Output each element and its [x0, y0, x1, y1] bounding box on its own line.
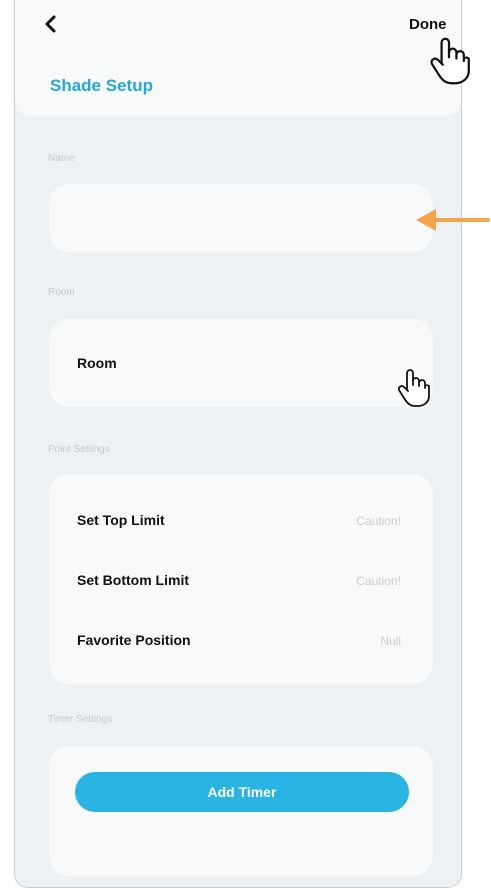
name-field[interactable] [49, 184, 433, 252]
phone-screen: Done Shade Setup Name Room Room Point Se… [14, 0, 462, 888]
back-icon[interactable] [41, 12, 61, 36]
timer-settings-card: Add Timer [49, 746, 433, 876]
add-timer-button[interactable]: Add Timer [75, 772, 409, 812]
room-section-label: Room [48, 287, 75, 298]
set-bottom-limit-row[interactable]: Set Bottom Limit Caution! [49, 562, 433, 598]
set-top-limit-row[interactable]: Set Top Limit Caution! [49, 502, 433, 538]
row-label: Set Bottom Limit [77, 572, 189, 588]
point-settings-label: Point Settings [48, 444, 110, 455]
hand-pointer-icon [397, 369, 430, 407]
row-label: Favorite Position [77, 632, 191, 648]
point-settings-card: Set Top Limit Caution! Set Bottom Limit … [49, 474, 433, 684]
name-card [49, 184, 433, 252]
timer-settings-label: Timer Settings [48, 714, 113, 725]
row-value: Null [380, 634, 401, 648]
room-selector[interactable]: Room [49, 319, 433, 407]
page-title: Shade Setup [50, 76, 153, 95]
row-value: Caution! [356, 514, 401, 528]
arrow-left-icon [416, 209, 490, 231]
hand-pointer-icon [430, 37, 470, 85]
header-bar: Done Shade Setup [15, 0, 461, 116]
row-label: Set Top Limit [77, 512, 165, 528]
room-row-label: Room [77, 355, 117, 371]
done-button[interactable]: Done [409, 16, 447, 33]
name-section-label: Name [48, 153, 75, 164]
row-value: Caution! [356, 574, 401, 588]
favorite-position-row[interactable]: Favorite Position Null [49, 622, 433, 658]
